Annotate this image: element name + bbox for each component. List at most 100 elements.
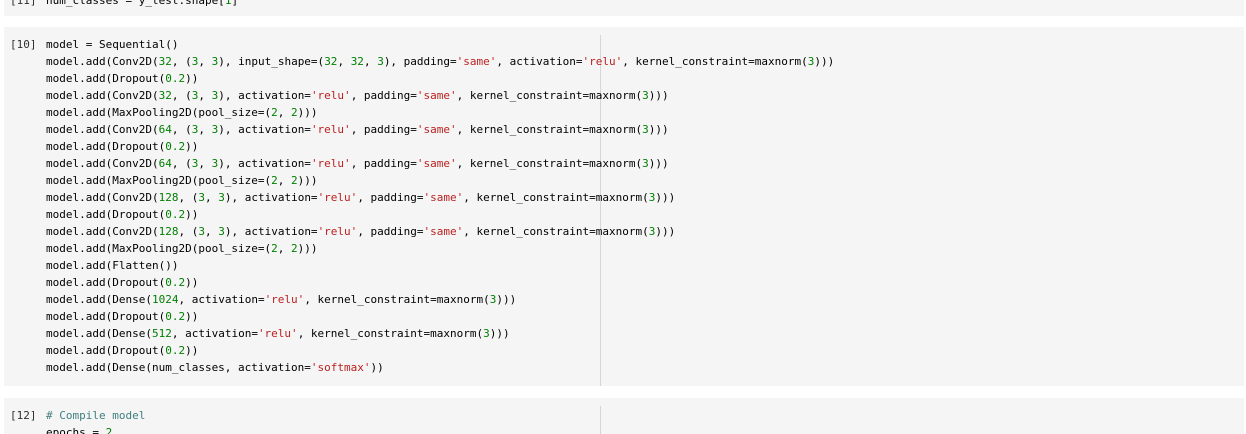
code-token: ))) [814, 55, 835, 68]
code-token: model.add(MaxPooling2D(pool_size=( [46, 242, 272, 255]
code-line: # Compile model [46, 407, 145, 424]
code-line: model.add(Dropout(0.2)) [46, 70, 834, 87]
number-token: 32 [158, 55, 172, 68]
code-line: model.add(Flatten()) [46, 257, 834, 274]
code-token: model.add(Conv2D( [46, 123, 159, 136]
code-token: , ( [171, 89, 192, 102]
code-token: , ( [178, 225, 199, 238]
code-token: model = Sequential() [46, 38, 179, 51]
number-token: 0.2 [165, 72, 186, 85]
code-token: model.add(Conv2D( [46, 225, 159, 238]
code-line: model.add(Dense(1024, activation='relu',… [46, 291, 834, 308]
code-cell-12[interactable]: [12] # Compile model epochs = 2 [4, 398, 1244, 434]
code-token: , padding= [357, 225, 424, 238]
code-editor-12[interactable]: # Compile model epochs = 2 [46, 407, 145, 434]
code-token: model.add(Dropout( [46, 310, 166, 323]
code-line: model = Sequential() [46, 36, 834, 53]
code-token: , kernel_constraint=maxnorm( [456, 123, 643, 136]
number-token: 32 [350, 55, 364, 68]
code-editor-11[interactable]: num_classes = y_test.shape[1] [46, 0, 238, 9]
number-token: 3 [642, 157, 649, 170]
code-token: ), activation= [224, 225, 318, 238]
number-token: 3 [642, 89, 649, 102]
code-token: , [204, 225, 219, 238]
code-token: )) [185, 140, 199, 153]
code-line: model.add(MaxPooling2D(pool_size=(2, 2))… [46, 104, 834, 121]
code-token: , [198, 123, 212, 136]
code-line: model.add(Dropout(0.2)) [46, 206, 834, 223]
code-token: , [277, 106, 292, 119]
code-line: model.add(MaxPooling2D(pool_size=(2, 2))… [46, 240, 834, 257]
code-line: model.add(Dense(512, activation='relu', … [46, 325, 834, 342]
number-token: 2 [291, 174, 298, 187]
code-token: model.add(Flatten()) [46, 259, 179, 272]
code-token: model.add(Dropout( [46, 276, 166, 289]
string-token: 'same' [416, 157, 457, 170]
code-token: model.add(Dense(num_classes, activation= [46, 361, 311, 374]
number-token: 32 [158, 89, 172, 102]
code-token: ), padding= [383, 55, 457, 68]
number-token: 0.2 [165, 208, 186, 221]
number-token: 2 [105, 426, 113, 434]
code-token: ))) [489, 327, 510, 340]
code-token: model.add(Dense( [46, 327, 152, 340]
code-line: model.add(Dropout(0.2)) [46, 138, 834, 155]
code-line: num_classes = y_test.shape[1] [46, 0, 238, 9]
code-line: model.add(Conv2D(64, (3, 3), activation=… [46, 155, 834, 172]
code-token: ), input_shape=( [218, 55, 325, 68]
code-cell-11[interactable]: [11] num_classes = y_test.shape[1] [4, 0, 1244, 16]
code-token: )) [185, 344, 199, 357]
number-token: 32 [324, 55, 338, 68]
code-token: , kernel_constraint=maxnorm( [304, 293, 490, 306]
code-line: model.add(Conv2D(128, (3, 3), activation… [46, 223, 834, 240]
number-token: 64 [158, 123, 172, 136]
number-token: 3 [377, 55, 384, 68]
number-token: 3 [218, 225, 225, 238]
string-token: 'same' [423, 191, 464, 204]
code-token: , ( [178, 191, 199, 204]
code-editor-10[interactable]: model = Sequential() model.add(Conv2D(32,… [46, 36, 834, 376]
code-token: , ( [171, 123, 192, 136]
code-line: model.add(Conv2D(64, (3, 3), activation=… [46, 121, 834, 138]
code-token: , kernel_constraint=maxnorm( [622, 55, 808, 68]
code-token: , padding= [350, 89, 417, 102]
number-token: 0.2 [165, 310, 186, 323]
code-token: , kernel_constraint=maxnorm( [297, 327, 484, 340]
code-token: model.add(Dropout( [46, 208, 166, 221]
code-token: ), activation= [218, 157, 311, 170]
code-token: model.add(MaxPooling2D(pool_size=( [46, 174, 272, 187]
code-token: ))) [648, 89, 669, 102]
number-token: 128 [158, 225, 179, 238]
code-token: epochs = [46, 426, 106, 434]
code-token: ))) [655, 191, 676, 204]
code-token: , kernel_constraint=maxnorm( [463, 225, 649, 238]
code-token: )) [185, 208, 199, 221]
code-token: model.add(Conv2D( [46, 55, 159, 68]
string-token: 'same' [456, 55, 497, 68]
code-token: ))) [496, 293, 517, 306]
number-token: 2 [271, 242, 278, 255]
code-token: )) [185, 72, 199, 85]
string-token: 'relu' [582, 55, 623, 68]
line-length-ruler [600, 406, 601, 434]
code-token: , kernel_constraint=maxnorm( [456, 89, 643, 102]
number-token: 512 [151, 327, 172, 340]
code-token: , [363, 55, 378, 68]
code-token: num_classes = y_test.shape[ [46, 0, 225, 7]
code-token: model.add(Conv2D( [46, 89, 159, 102]
code-cell-10[interactable]: [10] model = Sequential() model.add(Conv2… [4, 27, 1244, 386]
code-token: )) [185, 310, 199, 323]
code-token: model.add(Dropout( [46, 344, 166, 357]
number-token: 0.2 [165, 344, 186, 357]
code-token: , padding= [350, 157, 417, 170]
code-token: ))) [297, 174, 318, 187]
number-token: 64 [158, 157, 172, 170]
code-line: model.add(Dropout(0.2)) [46, 308, 834, 325]
code-token: , [198, 55, 212, 68]
code-token: , activation= [178, 293, 265, 306]
code-token: model.add(MaxPooling2D(pool_size=( [46, 106, 272, 119]
code-token: ))) [297, 242, 318, 255]
code-line: model.add(MaxPooling2D(pool_size=(2, 2))… [46, 172, 834, 189]
number-token: 1024 [151, 293, 179, 306]
code-token: ))) [648, 123, 669, 136]
